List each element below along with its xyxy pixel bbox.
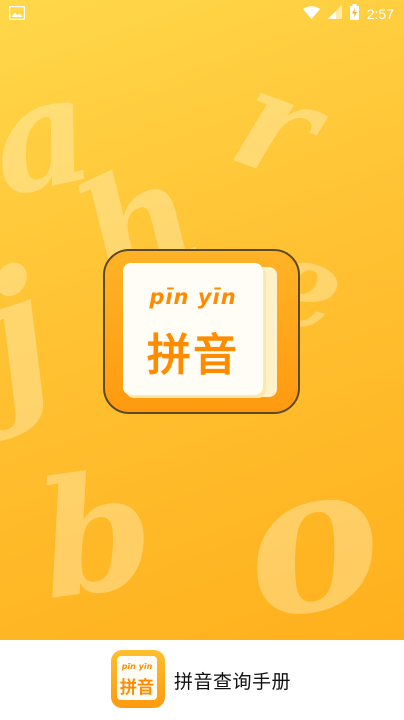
app-icon-pinyin-text: pīn yīn: [121, 662, 153, 671]
app-icon-page: pīn yīn 拼音: [117, 656, 157, 700]
app-logo: pīn yīn 拼音: [103, 249, 300, 414]
status-bar: 2:57: [0, 0, 404, 26]
background-letter-j: j: [0, 230, 76, 440]
logo-book-page: pīn yīn 拼音: [123, 263, 263, 395]
splash-background: a h r e j b o pīn yīn 拼音: [0, 0, 404, 640]
app-icon-chinese-text: 拼音: [120, 678, 154, 698]
app-icon: pīn yīn 拼音: [111, 650, 165, 708]
splash-screen: a h r e j b o pīn yīn 拼音 2:57 pīn yīn 拼音…: [0, 0, 404, 720]
app-name: 拼音查询手册: [174, 671, 292, 693]
wifi-icon: [302, 5, 320, 23]
background-letter-r: r: [214, 35, 340, 215]
background-letter-a: a: [0, 38, 107, 232]
background-letter-b: b: [27, 434, 165, 636]
status-time: 2:57: [366, 6, 394, 22]
image-notification-icon: [8, 5, 26, 21]
footer-branding: pīn yīn 拼音 拼音查询手册: [0, 640, 404, 720]
battery-charging-icon: [349, 4, 359, 24]
logo-chinese-text: 拼音: [147, 330, 239, 381]
logo-pinyin-text: pīn yīn: [149, 285, 237, 309]
signal-icon: [327, 5, 342, 23]
background-letter-o: o: [225, 412, 398, 640]
